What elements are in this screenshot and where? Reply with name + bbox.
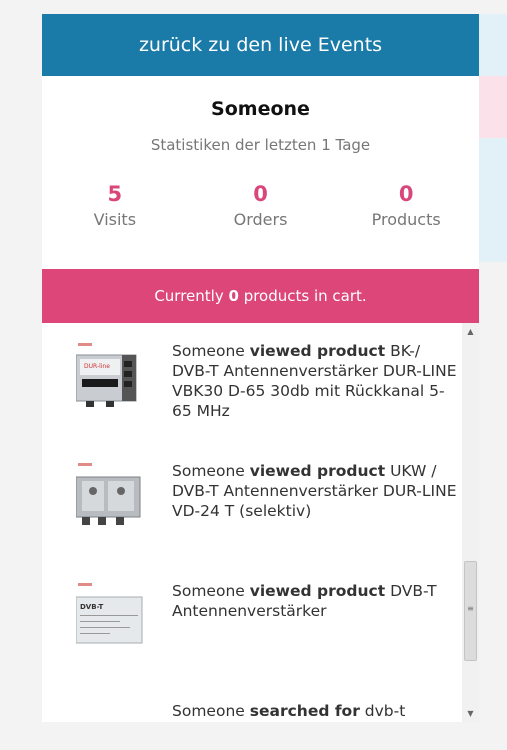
stat-visits: 5 Visits [42,182,188,229]
stat-products-label: Products [371,210,441,229]
side-strip-pink [479,76,507,138]
stat-visits-label: Visits [93,210,137,229]
stat-orders-value: 0 [253,182,268,206]
feed-actor: Someone [172,582,245,600]
visitor-name: Someone [211,98,310,120]
amplifier-product-thumbnail [76,461,144,533]
scrollbar-thumb[interactable]: ≡ [464,561,477,661]
feed-item-text: Someone viewed product DVB-T Antennenver… [172,581,462,621]
side-strip-blue [479,14,507,76]
svg-text:DUR-line: DUR-line [84,363,110,370]
amplifier-product-thumbnail: DVB-T [76,581,144,653]
stats-period-subtitle: Statistiken der letzten 1 Tage [150,136,371,154]
feed-actor: Someone [172,702,245,720]
scroll-down-arrow-icon[interactable]: ▼ [462,705,479,722]
back-to-live-events-button[interactable]: zurück zu den live Events [42,14,479,76]
activity-feed: DUR-line Someone viewed product BK-/ DVB… [42,323,462,722]
stat-orders: 0 Orders [188,182,334,229]
feed-item-text: Someone searched for dvb-t antenne [172,701,462,722]
stat-products-value: 0 [398,182,414,206]
grip-icon: ≡ [467,604,474,613]
feed-action: viewed product [249,462,386,480]
feed-item-text: Someone viewed product UKW / DVB-T Anten… [172,461,462,521]
scroll-up-arrow-icon[interactable]: ▲ [462,323,479,340]
cart-prefix: Currently [154,287,224,305]
stat-products: 0 Products [333,182,479,229]
cart-count: 0 [228,287,239,305]
feed-actor: Someone [172,462,245,480]
cart-status-bar: Currently 0 products in cart. [42,269,479,323]
feed-action: viewed product [249,582,386,600]
visitor-stats: 5 Visits 0 Orders 0 Products [42,182,479,229]
stat-visits-value: 5 [107,182,123,206]
amplifier-product-thumbnail: DUR-line [76,341,144,413]
feed-action: viewed product [249,342,386,360]
feed-action: searched for [249,702,360,720]
svg-text:DVB-T: DVB-T [80,603,103,611]
cart-suffix: products in cart. [243,287,367,305]
feed-scrollbar[interactable]: ▲ ≡ ▼ [462,323,479,722]
feed-item-text: Someone viewed product BK-/ DVB-T Antenn… [172,341,462,421]
visitor-detail-panel: zurück zu den live Events Someone Statis… [42,14,479,722]
side-panel-strip [479,14,507,262]
stat-orders-label: Orders [233,210,288,229]
feed-actor: Someone [172,342,245,360]
side-strip-lightblue [479,138,507,262]
